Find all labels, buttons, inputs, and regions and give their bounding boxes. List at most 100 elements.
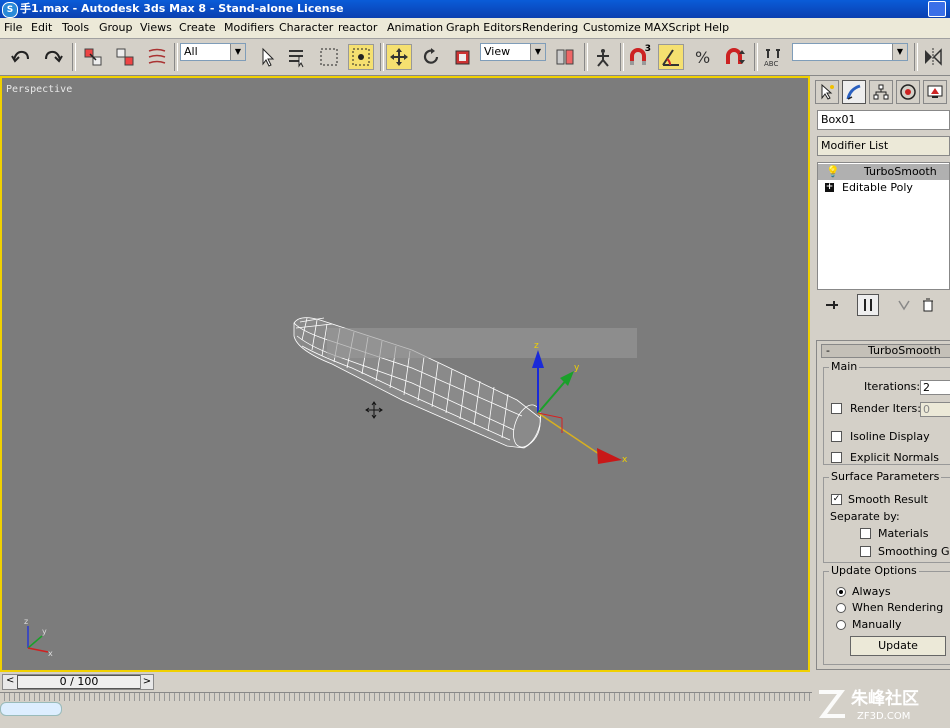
select-and-link-icon[interactable] <box>80 44 106 70</box>
stack-item-editable-poly[interactable]: + Editable Poly <box>818 180 949 196</box>
window-crossing-icon[interactable] <box>348 44 374 70</box>
separate-by-label: Separate by: <box>830 510 900 523</box>
show-end-result-icon[interactable] <box>857 294 879 316</box>
angle-snap-icon[interactable] <box>658 44 684 70</box>
menu-bar: File Edit Tools Group Views Create Modif… <box>0 18 950 39</box>
group-title: Surface Parameters <box>829 470 942 483</box>
motion-tab-icon[interactable] <box>896 80 920 104</box>
collapse-icon: - <box>826 344 830 357</box>
blurred-overlay <box>327 328 637 358</box>
viewport-scene: x y z z y x <box>24 317 637 658</box>
hierarchy-tab-icon[interactable] <box>869 80 893 104</box>
track-bar[interactable] <box>0 692 812 701</box>
surface-parameters-group: Surface Parameters ✓ Smooth Result Separ… <box>823 470 950 563</box>
select-and-scale-icon[interactable] <box>450 44 476 70</box>
menu-modifiers[interactable]: Modifiers <box>224 21 274 34</box>
rollout-title: TurboSmooth <box>868 344 941 357</box>
move-cursor-icon <box>365 401 383 419</box>
window-control-button[interactable] <box>928 1 946 17</box>
menu-animation[interactable]: Animation <box>387 21 443 34</box>
always-radio[interactable] <box>836 587 846 597</box>
unlink-icon[interactable] <box>112 44 138 70</box>
explicit-normals-label: Explicit Normals <box>850 451 939 464</box>
select-by-name-icon[interactable] <box>284 44 310 70</box>
smooth-result-checkbox[interactable]: ✓ <box>831 494 842 505</box>
menu-character[interactable]: Character <box>279 21 333 34</box>
reference-coordinate-dropdown[interactable]: View ▼ <box>480 43 546 61</box>
render-iters-checkbox[interactable] <box>831 403 842 414</box>
explicit-normals-checkbox[interactable] <box>831 452 842 463</box>
time-next-button[interactable]: > <box>140 674 154 690</box>
modifier-list-dropdown[interactable]: Modifier List <box>817 136 950 156</box>
menu-group[interactable]: Group <box>99 21 133 34</box>
gizmo-z-label: z <box>534 341 539 351</box>
time-prev-button[interactable]: < <box>6 675 14 686</box>
render-iters-label: Render Iters: <box>850 402 921 415</box>
snap-toggle-icon[interactable]: 3 <box>626 44 652 70</box>
turbosmooth-rollout: - TurboSmooth Main Iterations: 2 Render … <box>816 340 950 670</box>
percent-snap-icon[interactable]: % <box>690 44 716 70</box>
pin-stack-icon[interactable] <box>821 294 843 316</box>
chevron-down-icon: ▼ <box>892 44 907 60</box>
undo-icon[interactable] <box>8 44 34 70</box>
bind-space-warp-icon[interactable] <box>144 44 170 70</box>
select-and-move-icon[interactable] <box>386 44 412 70</box>
menu-customize[interactable]: Customize <box>583 21 641 34</box>
remove-modifier-icon[interactable] <box>917 294 939 316</box>
display-tab-icon[interactable] <box>923 80 947 104</box>
turbosmooth-rollout-header[interactable]: - TurboSmooth <box>821 344 950 358</box>
modifier-stack[interactable]: 💡 TurboSmooth + Editable Poly <box>817 162 950 290</box>
spinner-snap-icon[interactable] <box>722 44 748 70</box>
lightbulb-icon[interactable]: 💡 <box>826 164 840 180</box>
edit-named-selections-icon[interactable]: ABC <box>760 44 786 70</box>
watermark-text: 朱峰社区 <box>851 688 919 709</box>
iterations-spinner[interactable]: 2 <box>920 380 950 395</box>
modify-tab-icon[interactable] <box>842 80 866 104</box>
stack-item-label: Editable Poly <box>842 181 913 194</box>
menu-maxscript[interactable]: MAXScript <box>644 21 700 34</box>
smoothing-groups-checkbox[interactable] <box>860 546 871 557</box>
create-tab-icon[interactable] <box>815 80 839 104</box>
isoline-display-checkbox[interactable] <box>831 431 842 442</box>
menu-reactor[interactable]: reactor <box>338 21 377 34</box>
snap-dimension-label: 3 <box>644 44 651 54</box>
menu-edit[interactable]: Edit <box>31 21 52 34</box>
select-and-rotate-icon[interactable] <box>418 44 444 70</box>
rectangular-selection-icon[interactable] <box>316 44 342 70</box>
render-iters-spinner[interactable]: 0 <box>920 402 950 417</box>
menu-graph-editors[interactable]: Graph Editors <box>446 21 522 34</box>
named-selection-set-dropdown[interactable]: ▼ <box>792 43 908 61</box>
materials-checkbox[interactable] <box>860 528 871 539</box>
gizmo-x-label: x <box>622 455 628 465</box>
menu-create[interactable]: Create <box>179 21 216 34</box>
time-slider[interactable]: < 0 / 100 <box>2 674 154 690</box>
use-pivot-center-icon[interactable] <box>552 44 578 70</box>
update-button[interactable]: Update <box>850 636 946 656</box>
menu-rendering[interactable]: Rendering <box>522 21 578 34</box>
smoothing-groups-label: Smoothing Gro <box>878 545 950 558</box>
menu-file[interactable]: File <box>4 21 22 34</box>
transform-gizmo[interactable]: x y z <box>532 341 628 465</box>
selection-filter-dropdown[interactable]: All ▼ <box>180 43 246 61</box>
main-group: Main Iterations: 2 Render Iters: 0 Isoli… <box>823 360 950 465</box>
axis-z-label: z <box>24 617 28 626</box>
stack-item-turbosmooth[interactable]: 💡 TurboSmooth <box>818 164 949 180</box>
select-object-icon[interactable] <box>254 44 280 70</box>
perspective-viewport[interactable]: Perspective x y z z y x <box>0 76 810 672</box>
object-name-field[interactable]: Box01 <box>817 110 950 130</box>
when-rendering-radio[interactable] <box>836 603 846 613</box>
menu-views[interactable]: Views <box>140 21 172 34</box>
time-slider-thumb[interactable]: 0 / 100 <box>17 675 141 689</box>
manually-radio[interactable] <box>836 620 846 630</box>
mirror-icon[interactable] <box>920 44 946 70</box>
redo-icon[interactable] <box>40 44 66 70</box>
menu-help[interactable]: Help <box>704 21 729 34</box>
menu-tools[interactable]: Tools <box>62 21 89 34</box>
plus-icon[interactable]: + <box>825 183 834 192</box>
select-manipulate-icon[interactable] <box>590 44 616 70</box>
make-unique-icon[interactable] <box>893 294 915 316</box>
axis-x-label: x <box>48 649 53 658</box>
manually-label: Manually <box>852 618 902 631</box>
app-icon[interactable]: S <box>2 2 18 18</box>
title-bar: S 手1.max - Autodesk 3ds Max 8 - Stand-al… <box>0 0 950 18</box>
